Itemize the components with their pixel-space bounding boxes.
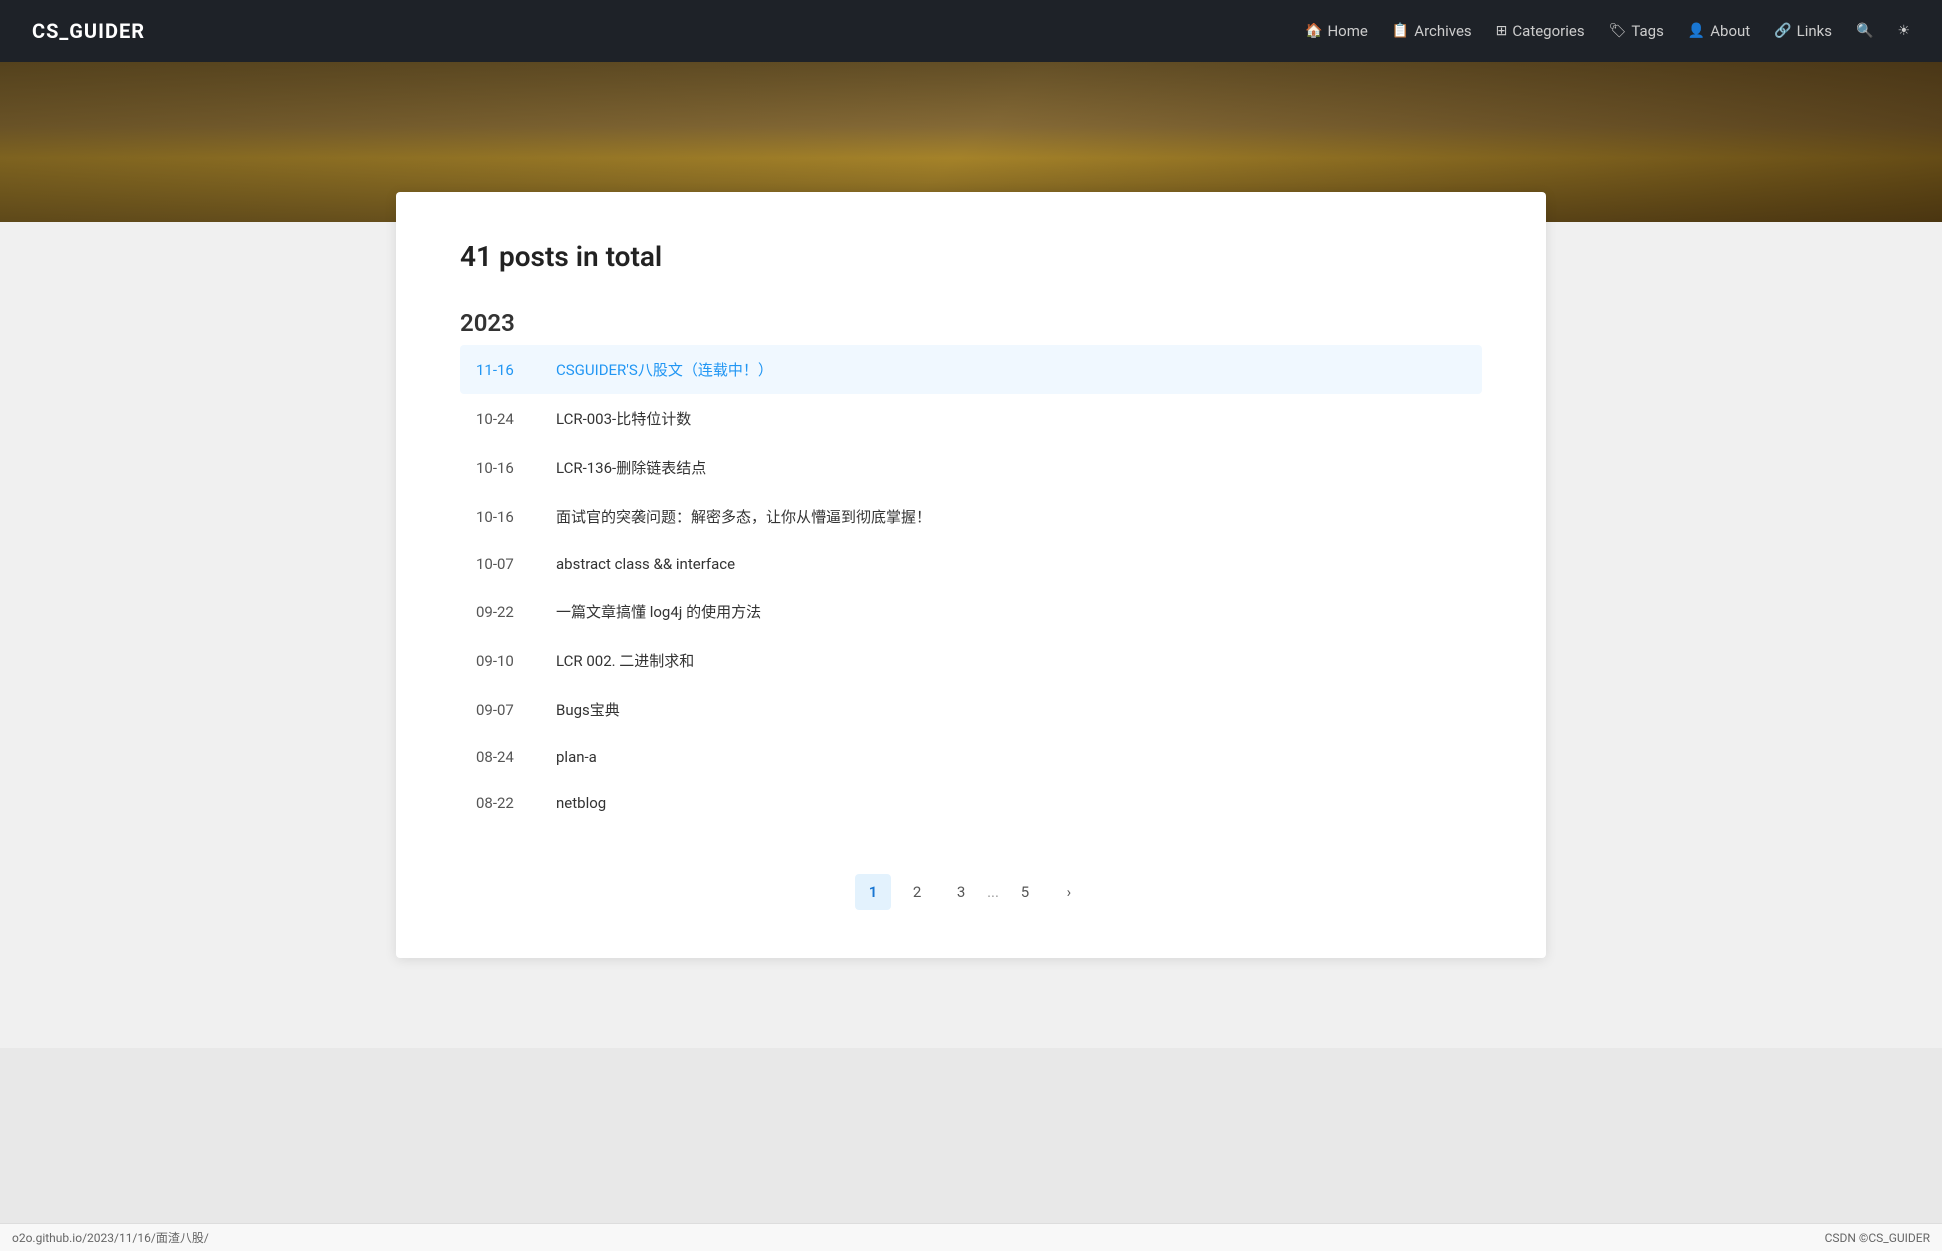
post-title[interactable]: LCR 002. 二进制求和: [556, 650, 694, 671]
pagination: 1 2 3 ... 5 ›: [460, 874, 1482, 910]
nav-item-categories[interactable]: ⊞ Categories: [1496, 22, 1585, 40]
status-copyright: CSDN ©CS_GUIDER: [1825, 1231, 1930, 1245]
page-btn-5[interactable]: 5: [1007, 874, 1043, 910]
post-date: 09-07: [476, 701, 556, 719]
post-title[interactable]: 一篇文章搞懂 log4j 的使用方法: [556, 601, 761, 622]
nav-item-links[interactable]: 🔗 Links: [1774, 22, 1832, 40]
nav-link-archives[interactable]: 📋 Archives: [1392, 22, 1472, 40]
nav-item-archives[interactable]: 📋 Archives: [1392, 22, 1472, 40]
status-bar: o2o.github.io/2023/11/16/面渣八股/ CSDN ©CS_…: [0, 1223, 1942, 1251]
post-title[interactable]: CSGUIDER'S八股文（连载中！）: [556, 359, 773, 380]
page-btn-3[interactable]: 3: [943, 874, 979, 910]
nav-label-categories: Categories: [1512, 22, 1584, 40]
post-date: 09-22: [476, 603, 556, 621]
page-dots: ...: [987, 883, 999, 901]
nav-item-about[interactable]: 👤 About: [1688, 22, 1750, 40]
nav-item-tags[interactable]: 🏷 Tags: [1609, 22, 1664, 40]
post-title[interactable]: LCR-003-比特位计数: [556, 408, 691, 429]
post-item[interactable]: 08-24plan-a: [460, 734, 1482, 780]
content-card: 41 posts in total 2023 11-16CSGUIDER'S八股…: [396, 192, 1546, 958]
post-item[interactable]: 10-24LCR-003-比特位计数: [460, 394, 1482, 443]
post-date: 10-16: [476, 508, 556, 526]
post-date: 10-16: [476, 459, 556, 477]
post-date: 08-24: [476, 748, 556, 766]
post-date: 09-10: [476, 652, 556, 670]
nav-label-tags: Tags: [1631, 22, 1663, 40]
nav-label-links: Links: [1797, 22, 1832, 40]
status-url: o2o.github.io/2023/11/16/面渣八股/: [12, 1229, 209, 1246]
links-icon: 🔗: [1774, 23, 1791, 39]
theme-icon: ☀: [1897, 23, 1910, 39]
post-item[interactable]: 10-07abstract class && interface: [460, 541, 1482, 587]
nav-label-archives: Archives: [1414, 22, 1471, 40]
nav-link-links[interactable]: 🔗 Links: [1774, 22, 1832, 40]
nav-label-home: Home: [1327, 22, 1367, 40]
post-item[interactable]: 09-22一篇文章搞懂 log4j 的使用方法: [460, 587, 1482, 636]
navbar: CS_GUIDER 🏠 Home 📋 Archives ⊞ Categories…: [0, 0, 1942, 62]
post-title[interactable]: LCR-136-删除链表结点: [556, 457, 706, 478]
post-item[interactable]: 10-16面试官的突袭问题：解密多态，让你从懵逼到彻底掌握！: [460, 492, 1482, 541]
page-btn-2[interactable]: 2: [899, 874, 935, 910]
post-title[interactable]: 面试官的突袭问题：解密多态，让你从懵逼到彻底掌握！: [556, 506, 931, 527]
post-title[interactable]: Bugs宝典: [556, 699, 620, 720]
nav-item-theme[interactable]: ☀: [1897, 23, 1910, 39]
post-title[interactable]: abstract class && interface: [556, 555, 735, 573]
nav-links: 🏠 Home 📋 Archives ⊞ Categories 🏷 Tags: [1305, 22, 1910, 40]
nav-link-theme[interactable]: ☀: [1897, 23, 1910, 39]
post-title[interactable]: netblog: [556, 794, 606, 812]
nav-label-about: About: [1710, 22, 1750, 40]
post-date: 11-16: [476, 361, 556, 379]
nav-link-search[interactable]: 🔍: [1856, 23, 1873, 39]
page-next-btn[interactable]: ›: [1051, 874, 1087, 910]
page-btn-1[interactable]: 1: [855, 874, 891, 910]
post-item[interactable]: 09-10LCR 002. 二进制求和: [460, 636, 1482, 685]
categories-icon: ⊞: [1496, 23, 1508, 39]
post-date: 10-07: [476, 555, 556, 573]
post-list: 11-16CSGUIDER'S八股文（连载中！）10-24LCR-003-比特位…: [460, 345, 1482, 826]
archives-icon: 📋: [1392, 23, 1409, 39]
nav-item-search[interactable]: 🔍: [1856, 23, 1873, 39]
post-title[interactable]: plan-a: [556, 748, 597, 766]
brand-logo[interactable]: CS_GUIDER: [32, 19, 145, 43]
nav-link-tags[interactable]: 🏷 Tags: [1609, 22, 1664, 40]
post-item[interactable]: 09-07Bugs宝典: [460, 685, 1482, 734]
search-icon: 🔍: [1856, 23, 1873, 39]
post-item[interactable]: 10-16LCR-136-删除链表结点: [460, 443, 1482, 492]
post-date: 08-22: [476, 794, 556, 812]
about-icon: 👤: [1688, 23, 1705, 39]
tags-icon: 🏷: [1609, 23, 1627, 39]
home-icon: 🏠: [1305, 23, 1322, 39]
nav-link-home[interactable]: 🏠 Home: [1305, 22, 1368, 40]
main-wrapper: 41 posts in total 2023 11-16CSGUIDER'S八股…: [0, 222, 1942, 1048]
year-heading: 2023: [460, 309, 1482, 337]
post-item[interactable]: 08-22netblog: [460, 780, 1482, 826]
nav-link-categories[interactable]: ⊞ Categories: [1496, 22, 1585, 40]
post-item[interactable]: 11-16CSGUIDER'S八股文（连载中！）: [460, 345, 1482, 394]
posts-total: 41 posts in total: [460, 240, 1482, 273]
post-date: 10-24: [476, 410, 556, 428]
nav-item-home[interactable]: 🏠 Home: [1305, 22, 1368, 40]
nav-link-about[interactable]: 👤 About: [1688, 22, 1750, 40]
